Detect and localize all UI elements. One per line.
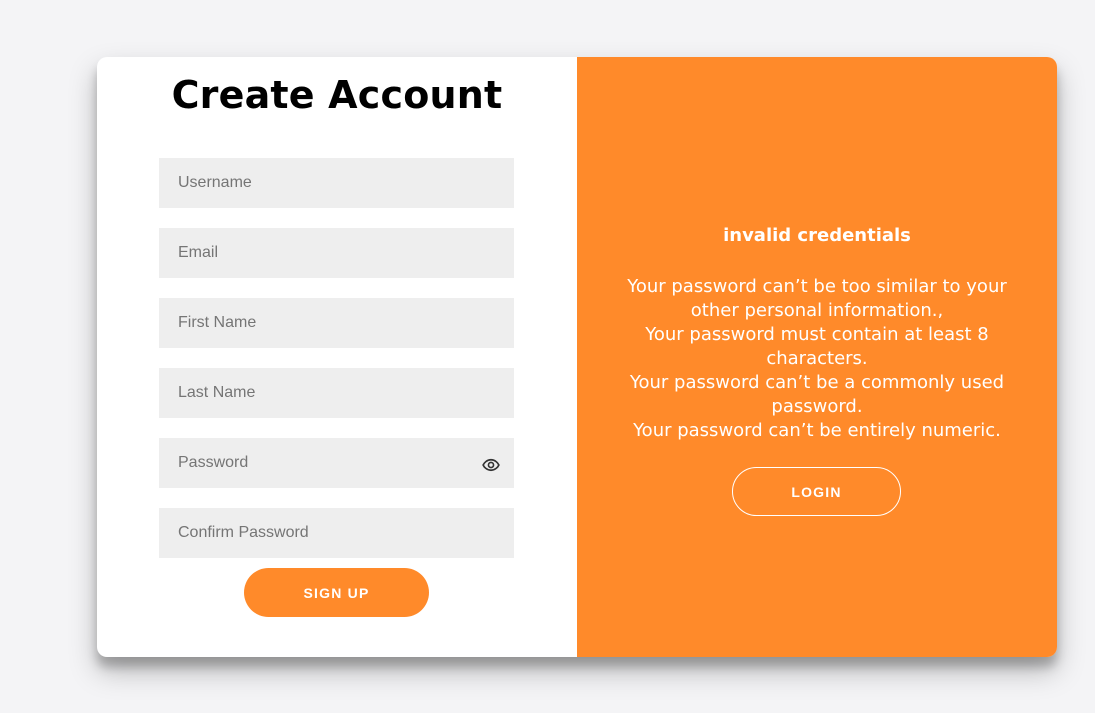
first-name-input[interactable]	[159, 298, 514, 348]
error-message: Your password can’t be a commonly used p…	[629, 372, 1005, 417]
confirm-password-input[interactable]	[159, 508, 514, 558]
error-message: Your password can’t be too similar to yo…	[627, 276, 1007, 321]
email-input[interactable]	[159, 228, 514, 278]
error-list: Your password can’t be too similar to yo…	[627, 275, 1007, 443]
first-name-field-container	[159, 298, 514, 348]
error-title: invalid credentials	[723, 225, 911, 246]
sign-up-button[interactable]: SIGN UP	[244, 568, 429, 617]
overlay-panel: invalid credentials Your password can’t …	[577, 57, 1057, 657]
username-input[interactable]	[159, 158, 514, 208]
confirm-password-field-container	[159, 508, 514, 558]
last-name-input[interactable]	[159, 368, 514, 418]
eye-icon[interactable]	[482, 456, 500, 474]
email-field-container	[159, 228, 514, 278]
login-button[interactable]: LOGIN	[732, 467, 901, 516]
password-input[interactable]	[159, 438, 514, 488]
password-field-container	[159, 438, 514, 488]
auth-card: Create Account SIGN UP invalid credentia…	[97, 57, 1057, 657]
error-message: Your password must contain at least 8 ch…	[645, 324, 989, 369]
error-message: Your password can’t be entirely numeric.	[633, 420, 1001, 441]
signup-panel: Create Account SIGN UP	[97, 57, 577, 657]
username-field-container	[159, 158, 514, 208]
last-name-field-container	[159, 368, 514, 418]
page-title: Create Account	[171, 73, 503, 117]
